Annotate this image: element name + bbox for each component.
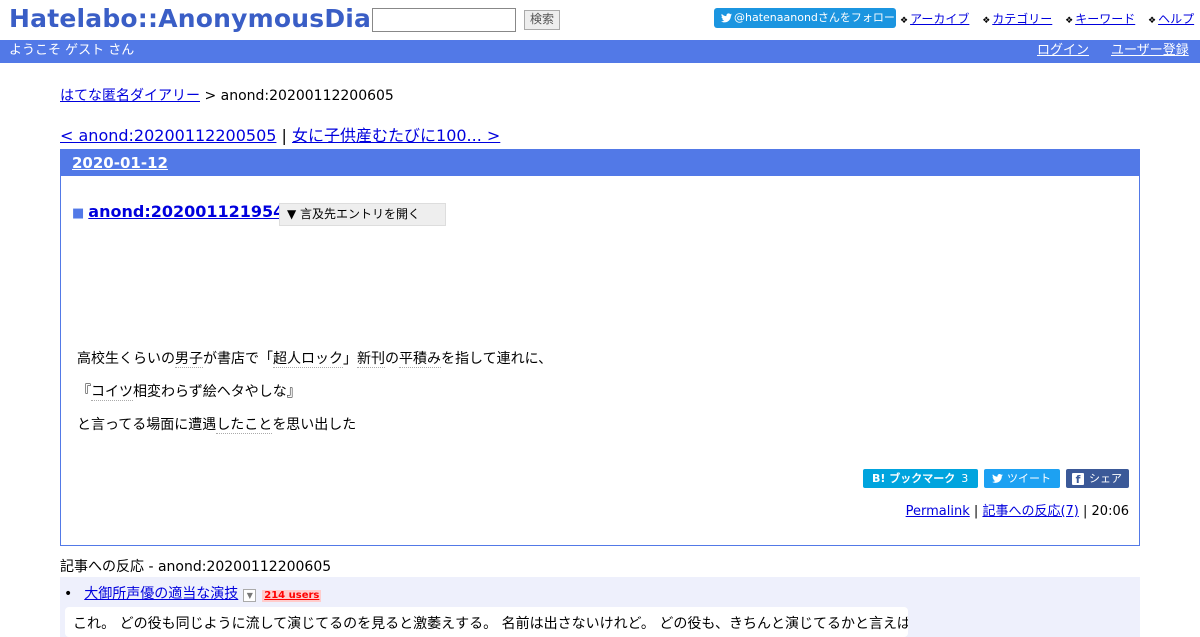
welcome-text: ようこそ ゲスト さん: [9, 43, 135, 58]
day-header: 2020-01-12: [61, 150, 1139, 176]
search-input[interactable]: [372, 8, 516, 32]
chevron-down-icon[interactable]: ▼: [243, 589, 257, 602]
footer-separator: |: [973, 504, 979, 519]
text: 高校生くらいの: [77, 351, 175, 367]
facebook-icon: f: [1072, 473, 1084, 486]
permalink-link[interactable]: Permalink: [906, 504, 970, 519]
keyword-link[interactable]: したこと: [216, 417, 273, 434]
diamond-arrow-icon: ❖: [982, 16, 991, 26]
share-label: シェア: [1089, 472, 1122, 485]
login-link[interactable]: ログイン: [1037, 40, 1089, 62]
list-item: • 大御所声優の適当な演技 ▼ 214 users: [64, 583, 322, 603]
welcome-bar: ようこそ ゲスト さん ログイン ユーザー登録: [0, 40, 1200, 63]
register-link[interactable]: ユーザー登録: [1111, 40, 1189, 62]
text: 相変わらず絵ヘタやしな』: [133, 384, 301, 400]
entry-paragraph: 高校生くらいの男子が書店で「超人ロック」新刊の平積みを指して連れに、: [77, 350, 552, 368]
pager-separator: |: [281, 126, 287, 145]
nav-item-category: ❖ カテゴリー: [982, 12, 1052, 26]
keyword-link[interactable]: コイツ: [91, 384, 133, 401]
prev-entry-link[interactable]: < anond:20200112200505: [60, 126, 276, 145]
header-nav: ❖ アーカイブ ❖ カテゴリー ❖ キーワード ❖ ヘルプ: [900, 10, 1200, 27]
diamond-arrow-icon: ❖: [1065, 16, 1074, 26]
keyword-link[interactable]: 男子: [175, 351, 203, 368]
twitter-bird-icon: [992, 472, 1007, 485]
text: を指して連れに、: [441, 351, 553, 367]
keyword-link[interactable]: 平積み: [399, 351, 441, 368]
text: 『: [77, 384, 91, 400]
keyword-link[interactable]: 新刊: [357, 351, 385, 368]
reaction-excerpt: これ。 どの役も同じように流して演じてるのを見ると激萎えする。 名前は出さないけ…: [65, 607, 908, 637]
reactions-list: • 大御所声優の適当な演技 ▼ 214 users これ。 どの役も同じように流して演…: [60, 577, 1140, 637]
day-section: 2020-01-12 ■ anond:20200112195456 ▼ 言及先エン…: [60, 149, 1140, 546]
breadcrumb: はてな匿名ダイアリー > anond:20200112200605: [60, 85, 394, 105]
next-entry-link[interactable]: 女に子供産むたびに100... >: [292, 126, 500, 145]
nav-link-archive[interactable]: アーカイブ: [910, 12, 969, 26]
text: の: [385, 351, 399, 367]
nav-item-archive: ❖ アーカイブ: [900, 12, 969, 26]
entry-title-link[interactable]: anond:20200112195456: [88, 202, 306, 221]
facebook-share-button[interactable]: f シェア: [1066, 469, 1129, 488]
twitter-bird-icon: [721, 10, 734, 30]
tweet-button[interactable]: ツイート: [984, 469, 1060, 488]
hatebu-label: B! ブックマーク: [872, 472, 956, 485]
tweet-label: ツイート: [1007, 472, 1051, 485]
hatena-bookmark-button[interactable]: B! ブックマーク 3: [863, 469, 978, 488]
expand-referenced-entry-button[interactable]: ▼ 言及先エントリを開く: [279, 203, 446, 226]
breadcrumb-root-link[interactable]: はてな匿名ダイアリー: [60, 88, 200, 104]
follow-label: @hatenaanondさんをフォロー: [734, 11, 895, 24]
bookmark-users-badge[interactable]: 214 users: [262, 590, 322, 602]
nav-item-help: ❖ ヘルプ: [1148, 12, 1194, 26]
nav-link-category[interactable]: カテゴリー: [992, 12, 1052, 26]
entry-paragraph: 『コイツ相変わらず絵ヘタやしな』: [77, 383, 552, 401]
text: と言ってる場面に遭遇: [77, 417, 217, 433]
site-logo[interactable]: Hatelabo::AnonymousDiary: [9, 4, 400, 33]
entry-pager: < anond:20200112200505 | 女に子供産むたびに100...…: [60, 122, 500, 146]
day-date-link[interactable]: 2020-01-12: [72, 154, 168, 172]
nav-link-keyword[interactable]: キーワード: [1075, 12, 1135, 26]
text: 」: [343, 351, 357, 367]
reactions-link[interactable]: 記事への反応(7): [982, 504, 1078, 519]
hatebu-count: 3: [961, 472, 969, 485]
entry-footer: Permalink | 記事への反応(7) | 20:06: [906, 500, 1129, 519]
nav-link-help[interactable]: ヘルプ: [1158, 12, 1194, 26]
nav-item-keyword: ❖ キーワード: [1065, 12, 1135, 26]
square-bullet-icon: ■: [72, 206, 85, 221]
reaction-title-link[interactable]: 大御所声優の適当な演技: [84, 586, 238, 602]
entry-body: 高校生くらいの男子が書店で「超人ロック」新刊の平積みを指して連れに、 『コイツ相…: [77, 350, 552, 449]
site-header: Hatelabo::AnonymousDiary 検索 @hatenaanond…: [0, 0, 1200, 40]
diamond-arrow-icon: ❖: [1148, 16, 1157, 26]
footer-separator: |: [1083, 504, 1088, 519]
breadcrumb-current: > anond:20200112200605: [204, 88, 394, 104]
entry-paragraph: と言ってる場面に遭遇したことを思い出した: [77, 416, 552, 434]
text: が書店で「: [203, 351, 273, 367]
keyword-link[interactable]: 超人ロック: [273, 351, 343, 368]
twitter-follow-button[interactable]: @hatenaanondさんをフォロー: [714, 8, 896, 28]
text: を思い出した: [272, 417, 357, 433]
entry-time: 20:06: [1091, 504, 1129, 519]
diamond-arrow-icon: ❖: [900, 16, 909, 26]
search-button[interactable]: 検索: [524, 10, 561, 30]
entry-title: ■ anond:20200112195456: [72, 202, 307, 221]
list-bullet: •: [64, 586, 73, 602]
